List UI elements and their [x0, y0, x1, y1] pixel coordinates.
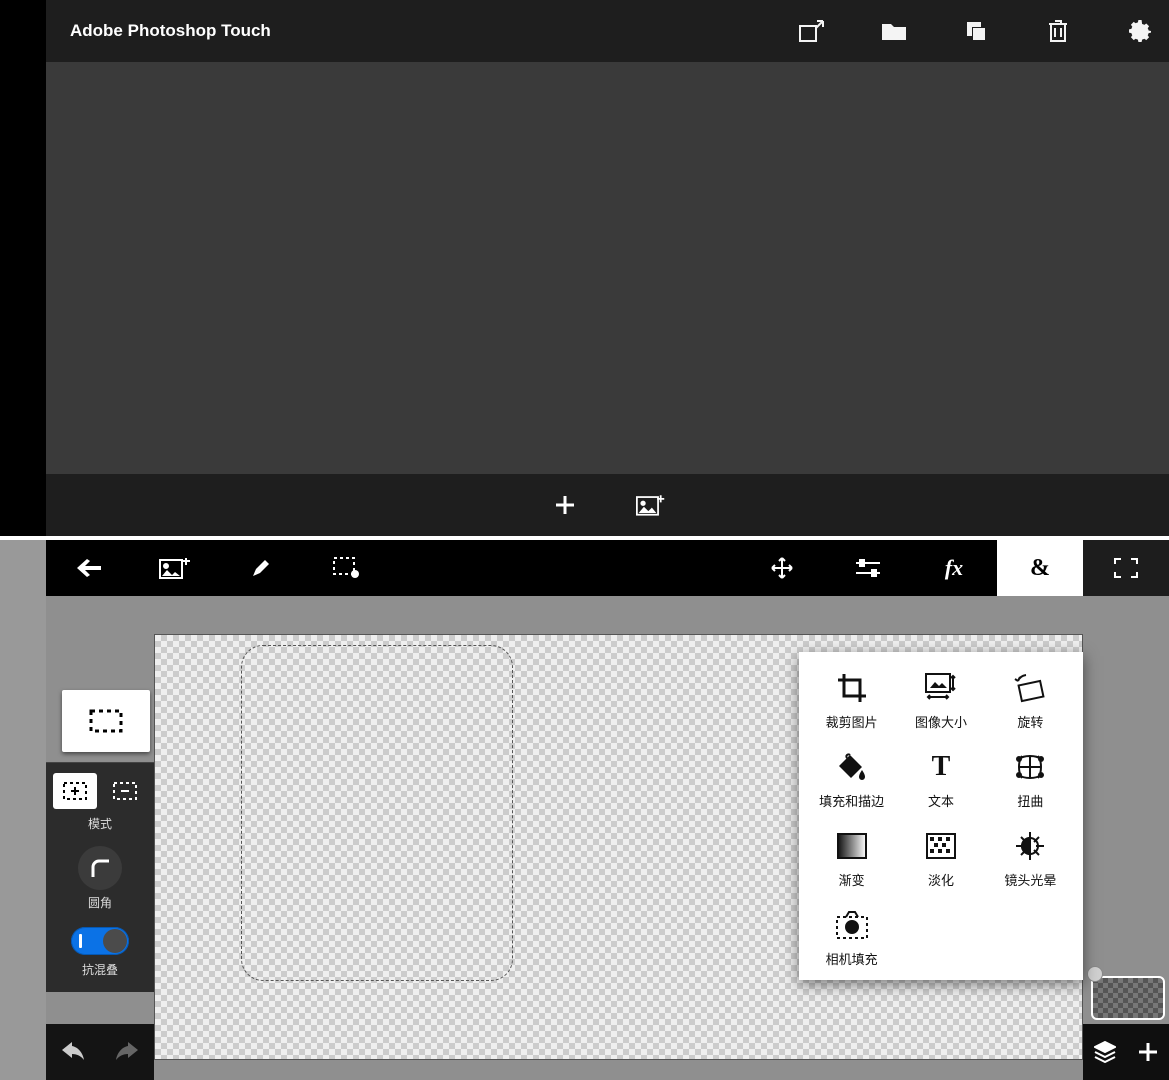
gradient-icon [835, 830, 869, 862]
menu-gradient[interactable]: 渐变 [807, 830, 896, 889]
brush-button[interactable] [218, 540, 304, 596]
selection-options: 模式 圆角 抗混叠 [46, 762, 154, 992]
menu-lens-flare[interactable]: 镜头光晕 [986, 830, 1075, 889]
browser-body [46, 62, 1169, 474]
antialias-toggle[interactable] [71, 927, 129, 955]
menu-warp[interactable]: 扭曲 [986, 751, 1075, 810]
image-size-icon [924, 672, 958, 704]
share-icon[interactable] [797, 16, 827, 46]
add-image-project-icon[interactable] [636, 490, 666, 520]
move-tool-button[interactable] [739, 540, 825, 596]
selection-marquee[interactable] [241, 645, 513, 981]
marquee-tool-button[interactable] [62, 690, 150, 752]
crop-icon [835, 672, 869, 704]
rotate-icon [1013, 672, 1047, 704]
camera-fill-icon [835, 909, 869, 941]
round-label: 圆角 [88, 894, 112, 911]
ampersand-menu-popup: 裁剪图片 图像大小 旋转 填充和描边 [799, 652, 1083, 980]
copy-icon[interactable] [961, 16, 991, 46]
menu-image-size[interactable]: 图像大小 [896, 672, 985, 731]
fullscreen-button[interactable] [1083, 540, 1169, 596]
add-image-button[interactable] [132, 540, 218, 596]
warp-icon [1013, 751, 1047, 783]
add-project-icon[interactable] [550, 490, 580, 520]
editor-topbar: fx & [46, 540, 1169, 596]
menu-camera-fill[interactable]: 相机填充 [807, 909, 896, 968]
menu-rotate[interactable]: 旋转 [986, 672, 1075, 731]
trash-icon[interactable] [1043, 16, 1073, 46]
ampersand-menu-button[interactable]: & [997, 540, 1083, 596]
back-button[interactable] [46, 540, 132, 596]
redo-button[interactable] [112, 1037, 142, 1067]
app-title: Adobe Photoshop Touch [70, 21, 797, 41]
menu-text[interactable]: T 文本 [896, 751, 985, 810]
layers-column [1083, 652, 1169, 1080]
undo-button[interactable] [58, 1037, 88, 1067]
lens-flare-icon [1013, 830, 1047, 862]
fade-icon [924, 830, 958, 862]
antialias-label: 抗混叠 [82, 961, 118, 978]
fx-button[interactable]: fx [911, 540, 997, 596]
mode-label: 模式 [46, 815, 154, 832]
settings-gear-icon[interactable] [1125, 16, 1155, 46]
project-browser: Adobe Photoshop Touch [0, 0, 1169, 538]
folder-icon[interactable] [879, 16, 909, 46]
menu-fill-stroke[interactable]: 填充和描边 [807, 751, 896, 810]
selection-tools-column: 模式 圆角 抗混叠 [46, 652, 154, 1080]
layer-visibility-dot[interactable] [1087, 966, 1103, 982]
menu-fade[interactable]: 淡化 [896, 830, 985, 889]
selection-mode-add[interactable] [53, 773, 97, 809]
browser-topbar: Adobe Photoshop Touch [46, 0, 1169, 62]
undo-redo-bar [46, 1024, 154, 1080]
layer-thumbnail[interactable] [1087, 966, 1165, 1020]
rounded-corner-option[interactable] [78, 846, 122, 890]
layers-button[interactable] [1090, 1037, 1120, 1067]
selection-mode-subtract[interactable] [103, 773, 147, 809]
paint-bucket-icon [835, 751, 869, 783]
adjust-sliders-button[interactable] [825, 540, 911, 596]
browser-bottombar [46, 474, 1169, 536]
menu-crop[interactable]: 裁剪图片 [807, 672, 896, 731]
text-icon: T [924, 751, 958, 783]
layers-bottombar [1083, 1024, 1169, 1080]
editor-workarea: 模式 圆角 抗混叠 [46, 596, 1169, 1080]
add-layer-button[interactable] [1133, 1037, 1163, 1067]
selection-settings-button[interactable] [304, 540, 390, 596]
editor: fx & [0, 540, 1169, 1080]
